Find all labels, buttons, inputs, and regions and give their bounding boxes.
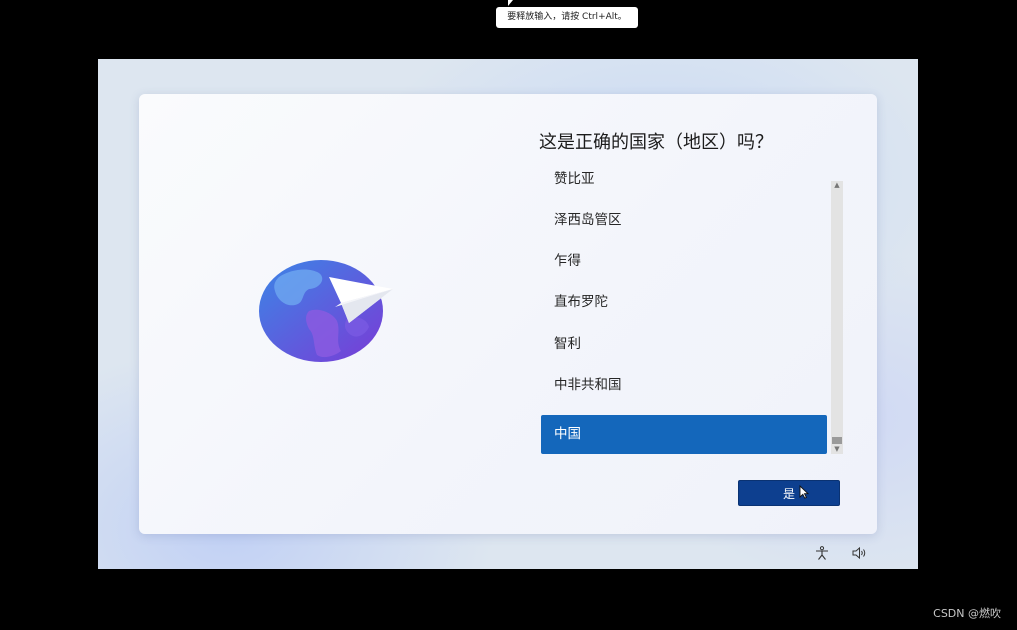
list-item-country[interactable]: 赞比亚: [541, 166, 827, 199]
yes-button[interactable]: 是: [738, 480, 840, 506]
page-title: 这是正确的国家（地区）吗？: [539, 132, 773, 153]
list-scrollbar[interactable]: ▲ ▼: [831, 181, 843, 454]
list-item-country[interactable]: 中非共和国: [541, 366, 827, 405]
oobe-card: 这是正确的国家（地区）吗？ 赞比亚 泽西岛管区 乍得 直布罗陀 智利 中非共和国…: [139, 94, 877, 534]
scroll-up-icon[interactable]: ▲: [831, 181, 843, 190]
scroll-thumb[interactable]: [832, 437, 842, 444]
watermark: CSDN @燃吹: [933, 607, 1001, 620]
list-item-country[interactable]: 直布罗陀: [541, 283, 827, 322]
list-item-country[interactable]: 智利: [541, 325, 827, 364]
accessibility-icon[interactable]: [814, 545, 830, 560]
list-item-country[interactable]: 乍得: [541, 242, 827, 281]
scroll-down-icon[interactable]: ▼: [831, 445, 843, 454]
release-input-tooltip: 要释放输入，请按 Ctrl+Alt。: [496, 7, 638, 28]
list-item-country[interactable]: 泽西岛管区: [541, 201, 827, 240]
country-list[interactable]: 赞比亚 泽西岛管区 乍得 直布罗陀 智利 中非共和国 中国: [541, 166, 829, 456]
vm-screen[interactable]: 这是正确的国家（地区）吗？ 赞比亚 泽西岛管区 乍得 直布罗陀 智利 中非共和国…: [98, 59, 918, 569]
globe-illustration-icon: [257, 259, 397, 369]
list-item-country-selected[interactable]: 中国: [541, 415, 827, 454]
pointer-cursor-icon: [799, 484, 810, 503]
host-cursor-icon: [508, 0, 513, 6]
volume-icon[interactable]: [851, 545, 867, 560]
